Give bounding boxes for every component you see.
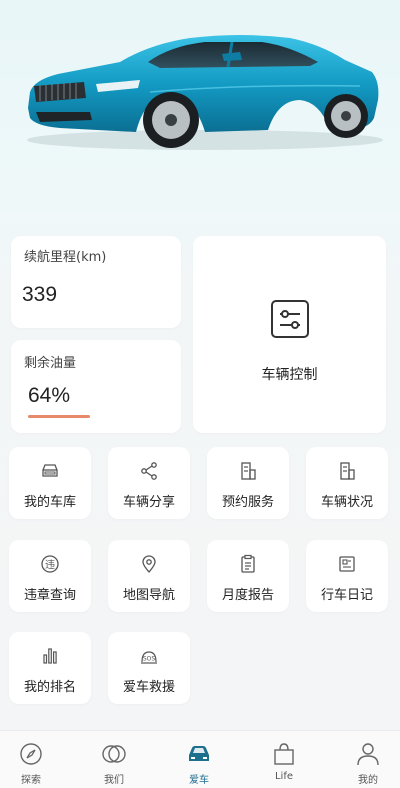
car-hero-image: [0, 0, 400, 228]
fuel-level-bar: [28, 415, 90, 418]
building-icon: [241, 462, 256, 480]
building-icon: [340, 462, 355, 480]
tile-car-rescue[interactable]: SOS 爱车救援: [108, 632, 190, 704]
car-icon: [42, 464, 58, 477]
tile-label: 爱车救援: [122, 680, 175, 695]
svg-text:SOS: SOS: [143, 656, 156, 663]
map-pin-icon: [142, 555, 156, 573]
share-icon: [141, 462, 157, 480]
tab-label: 我们: [104, 775, 124, 786]
person-icon: [357, 743, 379, 766]
fuel-label: 剩余油量: [24, 356, 77, 371]
bottom-tab-bar: 探索 我们 爱车 Life 我的: [0, 730, 400, 788]
range-label: 续航里程(km): [24, 250, 107, 265]
tile-book-service[interactable]: 预约服务: [207, 447, 289, 519]
tab-label: 爱车: [189, 775, 209, 786]
sliders-icon: [271, 300, 309, 338]
sos-icon: SOS: [141, 651, 157, 664]
tab-label: 探索: [21, 775, 41, 786]
tab-explore[interactable]: 探索: [0, 731, 71, 788]
tile-map-navigation[interactable]: 地图导航: [108, 540, 190, 612]
tile-monthly-report[interactable]: 月度报告: [207, 540, 289, 612]
tile-driving-diary[interactable]: 行车日记: [306, 540, 388, 612]
tile-label: 车辆分享: [122, 495, 175, 510]
tile-label: 行车日记: [320, 588, 373, 603]
vehicle-control-card[interactable]: 车辆控制: [193, 236, 386, 433]
car-icon: [189, 746, 209, 761]
violation-icon: 违: [41, 555, 59, 573]
clipboard-icon: [241, 554, 255, 573]
circles-icon: [102, 745, 126, 763]
fuel-value: 64%: [28, 384, 71, 407]
tile-violation-query[interactable]: 违 违章查询: [9, 540, 91, 612]
tab-us[interactable]: 我们: [74, 731, 154, 788]
fuel-card[interactable]: 剩余油量 64%: [11, 340, 181, 433]
tab-my-car[interactable]: 爱车: [159, 731, 239, 788]
compass-icon: [20, 743, 42, 765]
tile-label: 车辆状况: [320, 495, 373, 510]
tile-label: 地图导航: [122, 588, 175, 603]
svg-text:违: 违: [45, 559, 55, 571]
range-value: 339: [22, 283, 58, 306]
tab-life[interactable]: Life: [244, 731, 324, 788]
tile-label: 我的车库: [23, 495, 76, 510]
tile-label: 预约服务: [221, 495, 274, 510]
tile-label: 违章查询: [23, 588, 76, 603]
range-card[interactable]: 续航里程(km) 339: [11, 236, 181, 328]
tile-label: 月度报告: [221, 588, 274, 603]
bag-icon: [274, 743, 294, 765]
bar-chart-icon: [43, 648, 57, 664]
diary-icon: [339, 556, 355, 572]
tab-label: Life: [274, 771, 294, 782]
tile-my-garage[interactable]: 我的车库: [9, 447, 91, 519]
tile-vehicle-status[interactable]: 车辆状况: [306, 447, 388, 519]
tile-label: 我的排名: [23, 680, 76, 695]
tile-vehicle-share[interactable]: 车辆分享: [108, 447, 190, 519]
vehicle-control-label: 车辆控制: [261, 367, 318, 383]
tab-label: 我的: [358, 775, 378, 786]
tab-me[interactable]: 我的: [328, 731, 400, 788]
tile-my-ranking[interactable]: 我的排名: [9, 632, 91, 704]
